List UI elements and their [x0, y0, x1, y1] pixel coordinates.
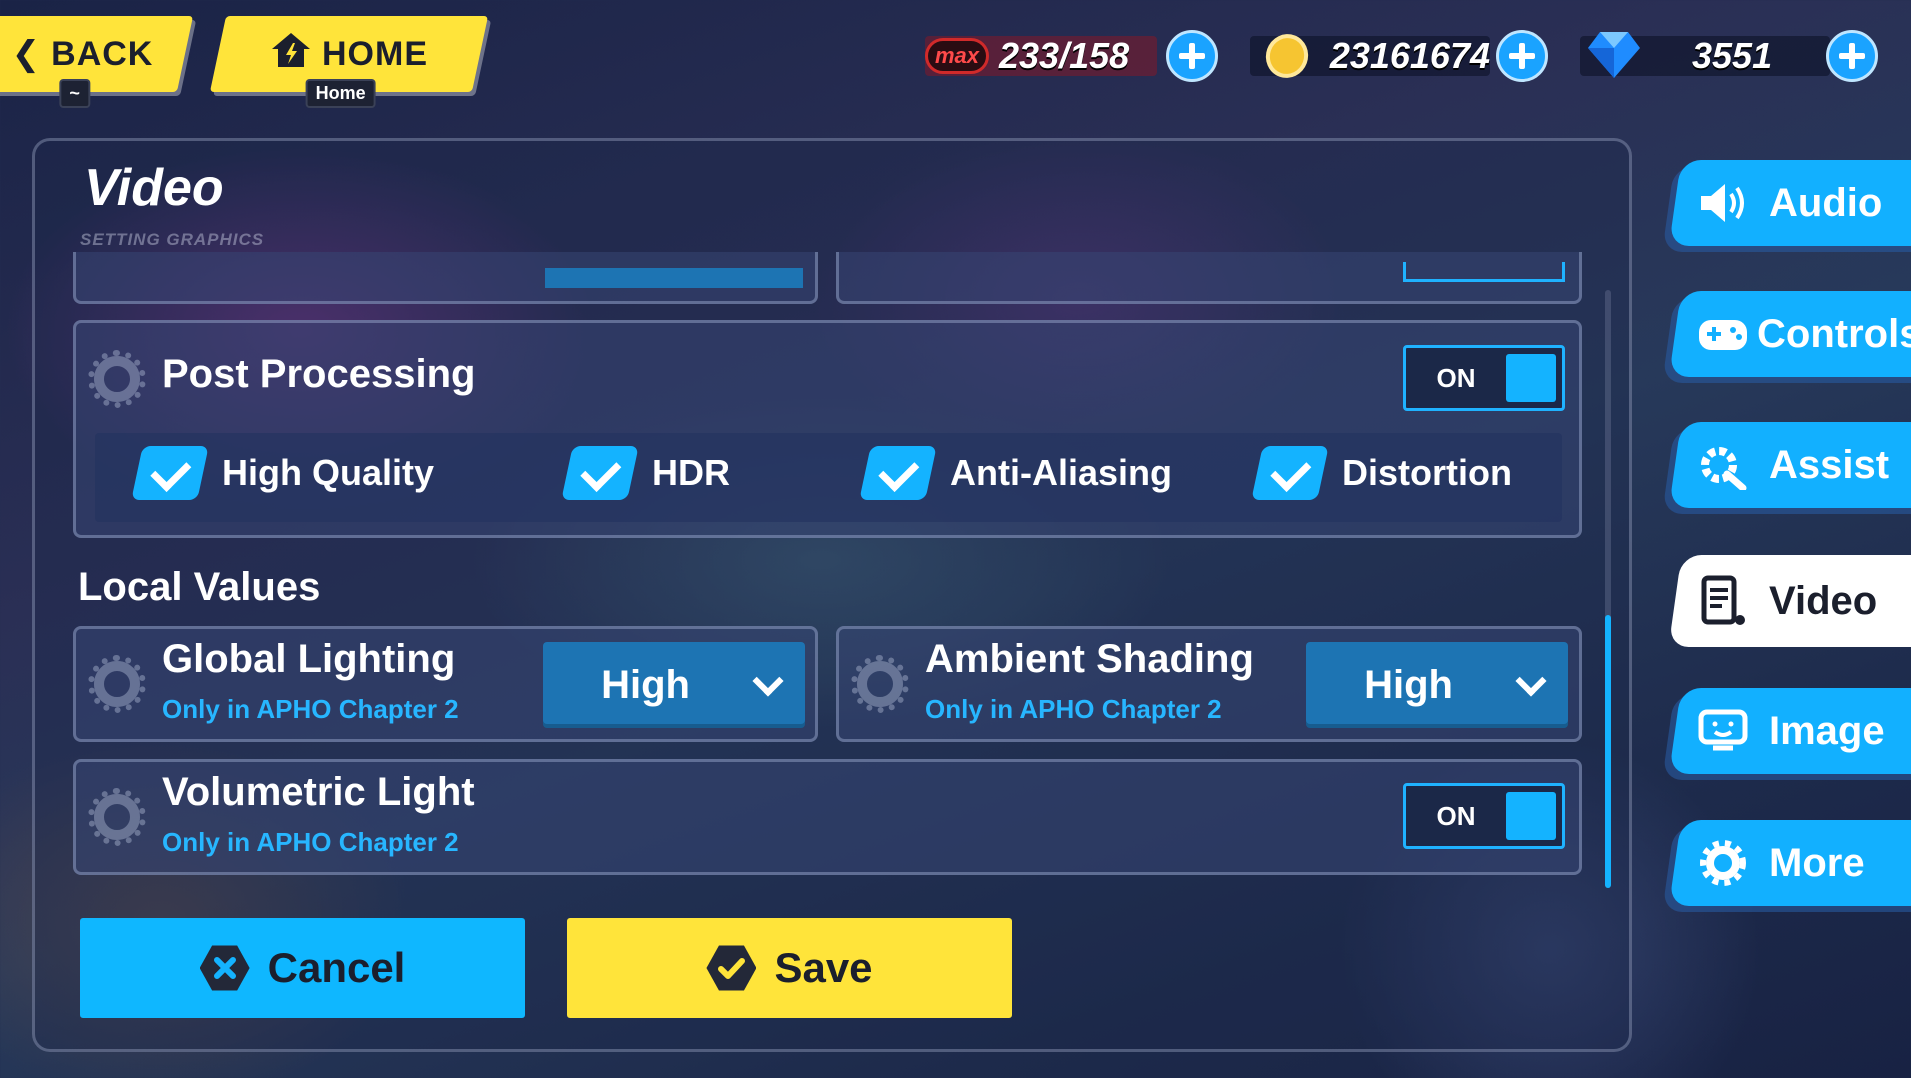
home-icon — [270, 31, 312, 78]
tab-audio-label: Audio — [1769, 180, 1883, 225]
save-button[interactable]: Save — [567, 918, 1012, 1018]
crystals-display: 3551 — [1580, 31, 1830, 80]
volumetric-light-label: Volumetric Light — [162, 770, 475, 814]
stamina-value: 233/158 — [999, 35, 1130, 76]
crystals-value: 3551 — [1692, 35, 1773, 76]
post-processing-gear-icon — [88, 350, 146, 408]
ambient-shading-value: High — [1364, 663, 1453, 707]
speaker-icon — [1695, 175, 1751, 231]
tab-more[interactable]: More — [1668, 820, 1911, 906]
wrench-gear-icon — [1695, 437, 1751, 493]
anti-aliasing-checkbox[interactable] — [859, 446, 937, 500]
high-quality-label: High Quality — [222, 452, 435, 493]
back-hotkey: ~ — [58, 79, 90, 108]
ambient-shading-label: Ambient Shading — [925, 637, 1254, 681]
local-values-heading: Local Values — [78, 565, 321, 609]
distortion-label: Distortion — [1342, 452, 1512, 493]
device-icon — [1695, 573, 1751, 629]
back-button[interactable]: ❮ BACK ~ — [0, 16, 194, 108]
tab-assist-label: Assist — [1769, 442, 1890, 487]
stamina-display: max 233/158 — [925, 32, 1157, 80]
chevron-down-icon — [1515, 665, 1547, 697]
volumetric-light-gear-icon — [88, 788, 146, 846]
home-hotkey: Home — [305, 79, 376, 108]
hdr-label: HDR — [652, 452, 730, 493]
crystal-icon — [1586, 28, 1642, 85]
page-title: Video — [84, 159, 224, 217]
tab-controls[interactable]: Controls — [1668, 291, 1911, 377]
save-label: Save — [774, 944, 873, 991]
toggle-knob — [1506, 354, 1556, 402]
chevron-left-icon: ❮ — [11, 35, 42, 73]
ambient-shading-dropdown[interactable]: High — [1306, 642, 1568, 728]
tab-audio[interactable]: Audio — [1668, 160, 1911, 246]
coins-display: 23161674 — [1250, 28, 1490, 84]
monitor-icon — [1695, 703, 1751, 759]
anti-aliasing-label: Anti-Aliasing — [950, 452, 1172, 493]
stamina-max-badge: max — [934, 43, 980, 68]
high-quality-checkbox[interactable] — [131, 446, 209, 500]
add-stamina-button[interactable] — [1166, 30, 1218, 82]
toggle-knob — [1506, 792, 1556, 840]
tab-assist[interactable]: Assist — [1668, 422, 1911, 508]
check-icon — [706, 945, 757, 991]
tab-image[interactable]: Image — [1668, 688, 1911, 774]
cancel-label: Cancel — [267, 944, 406, 991]
tab-more-label: More — [1769, 840, 1865, 885]
post-processing-toggle-text: ON — [1436, 363, 1476, 393]
tab-controls-label: Controls — [1757, 311, 1911, 356]
ambient-shading-gear-icon — [851, 655, 909, 713]
scrollbar-thumb[interactable] — [1605, 615, 1611, 888]
add-crystals-button[interactable] — [1826, 30, 1878, 82]
tab-image-label: Image — [1769, 708, 1885, 753]
ambient-shading-note: Only in APHO Chapter 2 — [925, 694, 1222, 724]
stamina-icon: max — [925, 38, 989, 74]
tab-video-label: Video — [1769, 578, 1878, 623]
cancel-button[interactable]: Cancel — [80, 918, 525, 1018]
volumetric-light-note: Only in APHO Chapter 2 — [162, 827, 459, 857]
tab-video[interactable]: Video — [1668, 555, 1911, 647]
chevron-down-icon — [752, 665, 784, 697]
global-lighting-value: High — [601, 663, 690, 707]
distortion-checkbox[interactable] — [1251, 446, 1329, 500]
gamepad-icon — [1695, 306, 1751, 362]
page-subtitle: SETTING GRAPHICS — [80, 230, 265, 249]
coins-value: 23161674 — [1329, 35, 1490, 76]
global-lighting-dropdown[interactable]: High — [543, 642, 805, 728]
gear-icon — [1695, 835, 1751, 891]
close-icon — [199, 945, 250, 991]
global-lighting-note: Only in APHO Chapter 2 — [162, 694, 459, 724]
scrolled-toggle[interactable] — [1403, 262, 1565, 282]
back-label: BACK — [51, 34, 154, 73]
global-lighting-gear-icon — [88, 655, 146, 713]
home-button[interactable]: HOME Home — [209, 16, 489, 108]
post-processing-label: Post Processing — [162, 352, 476, 396]
hdr-checkbox[interactable] — [561, 446, 639, 500]
post-processing-toggle[interactable]: ON — [1403, 345, 1565, 411]
volumetric-light-toggle-text: ON — [1436, 801, 1476, 831]
scrolled-dropdown[interactable] — [545, 268, 803, 288]
add-coins-button[interactable] — [1496, 30, 1548, 82]
volumetric-light-toggle[interactable]: ON — [1403, 783, 1565, 849]
home-label: HOME — [322, 34, 428, 73]
global-lighting-label: Global Lighting — [162, 637, 456, 681]
